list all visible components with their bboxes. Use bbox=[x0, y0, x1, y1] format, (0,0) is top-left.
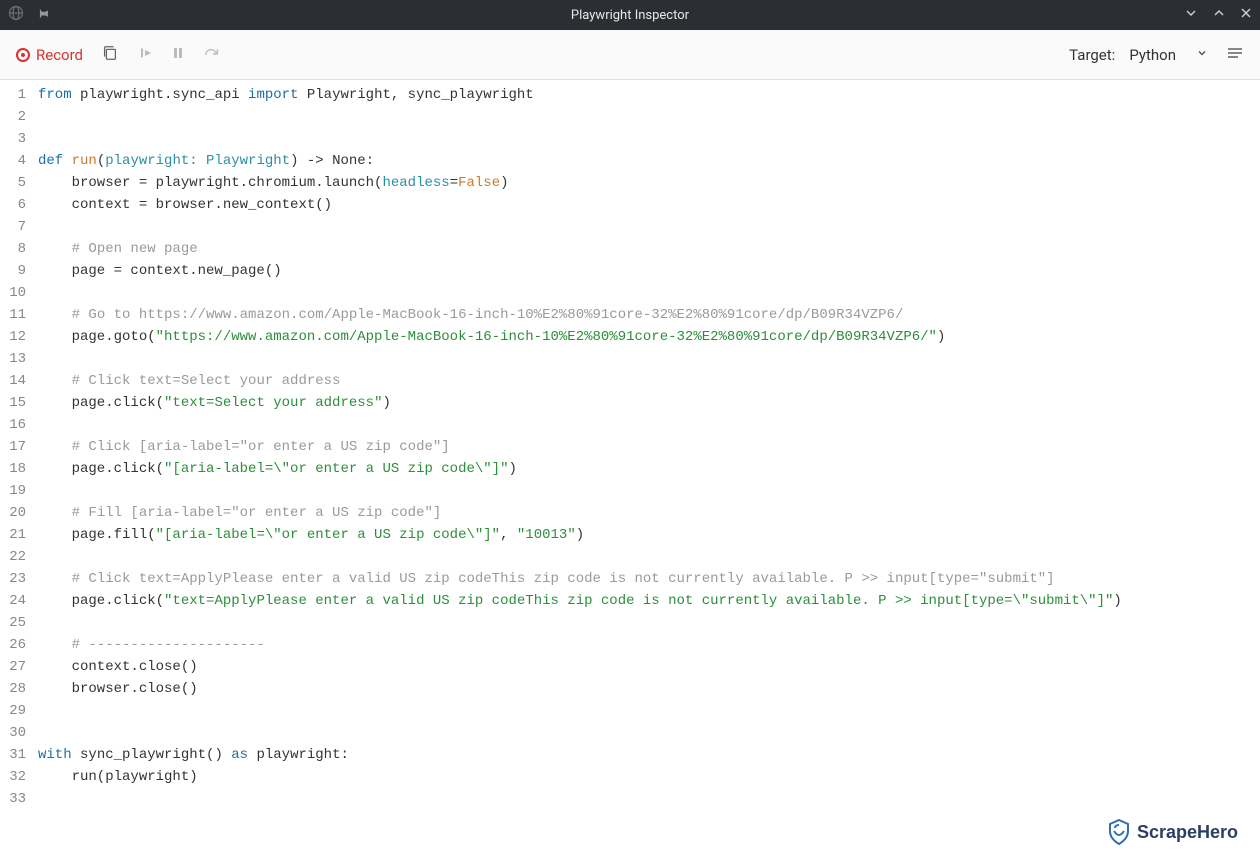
target-value: Python bbox=[1129, 46, 1176, 64]
pin-icon[interactable] bbox=[36, 6, 50, 24]
code-line[interactable]: # Click text=ApplyPlease enter a valid U… bbox=[34, 568, 1260, 590]
line-number: 15 bbox=[0, 392, 26, 414]
code-line[interactable]: context.close() bbox=[34, 656, 1260, 678]
code-line[interactable] bbox=[34, 348, 1260, 370]
toolbar-right: Target: Python bbox=[1069, 46, 1244, 64]
code-line[interactable] bbox=[34, 414, 1260, 436]
record-button[interactable]: Record bbox=[16, 46, 83, 64]
code-line[interactable]: def run(playwright: Playwright) -> None: bbox=[34, 150, 1260, 172]
list-icon[interactable] bbox=[1226, 46, 1244, 64]
record-icon bbox=[16, 48, 30, 62]
code-line[interactable] bbox=[34, 700, 1260, 722]
code-line[interactable] bbox=[34, 722, 1260, 744]
code-line[interactable]: browser = playwright.chromium.launch(hea… bbox=[34, 172, 1260, 194]
minimize-button[interactable] bbox=[1184, 6, 1198, 24]
scrapehero-logo: ScrapeHero bbox=[1107, 818, 1238, 846]
titlebar-left bbox=[8, 5, 50, 25]
line-number: 31 bbox=[0, 744, 26, 766]
chevron-down-icon[interactable] bbox=[1196, 47, 1208, 63]
code-line[interactable]: page = context.new_page() bbox=[34, 260, 1260, 282]
line-number: 16 bbox=[0, 414, 26, 436]
code-line[interactable]: page.click("text=ApplyPlease enter a val… bbox=[34, 590, 1260, 612]
line-number: 11 bbox=[0, 304, 26, 326]
code-line[interactable]: page.click("[aria-label=\"or enter a US … bbox=[34, 458, 1260, 480]
code-line[interactable] bbox=[34, 216, 1260, 238]
code-line[interactable]: page.click("text=Select your address") bbox=[34, 392, 1260, 414]
line-number: 20 bbox=[0, 502, 26, 524]
line-gutter: 1234567891011121314151617181920212223242… bbox=[0, 80, 34, 860]
line-number: 22 bbox=[0, 546, 26, 568]
logo-text: ScrapeHero bbox=[1137, 821, 1238, 843]
line-number: 6 bbox=[0, 194, 26, 216]
pause-icon[interactable] bbox=[171, 46, 185, 64]
play-icon[interactable] bbox=[137, 45, 153, 65]
line-number: 12 bbox=[0, 326, 26, 348]
line-number: 24 bbox=[0, 590, 26, 612]
line-number: 21 bbox=[0, 524, 26, 546]
line-number: 18 bbox=[0, 458, 26, 480]
line-number: 2 bbox=[0, 106, 26, 128]
code-line[interactable]: # Open new page bbox=[34, 238, 1260, 260]
window-title: Playwright Inspector bbox=[571, 8, 689, 23]
line-number: 33 bbox=[0, 788, 26, 810]
line-number: 10 bbox=[0, 282, 26, 304]
maximize-button[interactable] bbox=[1212, 6, 1226, 24]
code-line[interactable]: context = browser.new_context() bbox=[34, 194, 1260, 216]
titlebar: Playwright Inspector bbox=[0, 0, 1260, 30]
code-line[interactable] bbox=[34, 128, 1260, 150]
toolbar: Record Target: Python bbox=[0, 30, 1260, 80]
window-controls bbox=[1184, 6, 1252, 24]
code-line[interactable]: with sync_playwright() as playwright: bbox=[34, 744, 1260, 766]
code-line[interactable] bbox=[34, 788, 1260, 810]
line-number: 25 bbox=[0, 612, 26, 634]
code-line[interactable] bbox=[34, 480, 1260, 502]
line-number: 4 bbox=[0, 150, 26, 172]
globe-icon bbox=[8, 5, 24, 25]
line-number: 28 bbox=[0, 678, 26, 700]
line-number: 14 bbox=[0, 370, 26, 392]
code-line[interactable] bbox=[34, 106, 1260, 128]
line-number: 8 bbox=[0, 238, 26, 260]
code-line[interactable]: page.fill("[aria-label=\"or enter a US z… bbox=[34, 524, 1260, 546]
code-area[interactable]: from playwright.sync_api import Playwrig… bbox=[34, 80, 1260, 860]
line-number: 29 bbox=[0, 700, 26, 722]
line-number: 7 bbox=[0, 216, 26, 238]
close-button[interactable] bbox=[1240, 7, 1252, 23]
line-number: 9 bbox=[0, 260, 26, 282]
line-number: 13 bbox=[0, 348, 26, 370]
target-dropdown[interactable]: Python bbox=[1129, 46, 1176, 64]
line-number: 3 bbox=[0, 128, 26, 150]
toolbar-left: Record bbox=[16, 44, 221, 66]
code-line[interactable] bbox=[34, 612, 1260, 634]
code-line[interactable]: browser.close() bbox=[34, 678, 1260, 700]
line-number: 19 bbox=[0, 480, 26, 502]
code-line[interactable]: from playwright.sync_api import Playwrig… bbox=[34, 84, 1260, 106]
code-line[interactable]: # Go to https://www.amazon.com/Apple-Mac… bbox=[34, 304, 1260, 326]
code-line[interactable]: run(playwright) bbox=[34, 766, 1260, 788]
code-editor[interactable]: 1234567891011121314151617181920212223242… bbox=[0, 80, 1260, 860]
step-icon[interactable] bbox=[203, 45, 221, 65]
line-number: 27 bbox=[0, 656, 26, 678]
code-line[interactable]: # Click [aria-label="or enter a US zip c… bbox=[34, 436, 1260, 458]
line-number: 26 bbox=[0, 634, 26, 656]
line-number: 30 bbox=[0, 722, 26, 744]
record-label: Record bbox=[36, 46, 83, 64]
code-line[interactable]: # Click text=Select your address bbox=[34, 370, 1260, 392]
code-line[interactable]: page.goto("https://www.amazon.com/Apple-… bbox=[34, 326, 1260, 348]
line-number: 1 bbox=[0, 84, 26, 106]
line-number: 17 bbox=[0, 436, 26, 458]
code-line[interactable]: # --------------------- bbox=[34, 634, 1260, 656]
line-number: 5 bbox=[0, 172, 26, 194]
code-line[interactable] bbox=[34, 282, 1260, 304]
code-line[interactable]: # Fill [aria-label="or enter a US zip co… bbox=[34, 502, 1260, 524]
code-line[interactable] bbox=[34, 546, 1260, 568]
copy-icon[interactable] bbox=[101, 44, 119, 66]
target-label: Target: bbox=[1069, 46, 1115, 64]
line-number: 32 bbox=[0, 766, 26, 788]
line-number: 23 bbox=[0, 568, 26, 590]
